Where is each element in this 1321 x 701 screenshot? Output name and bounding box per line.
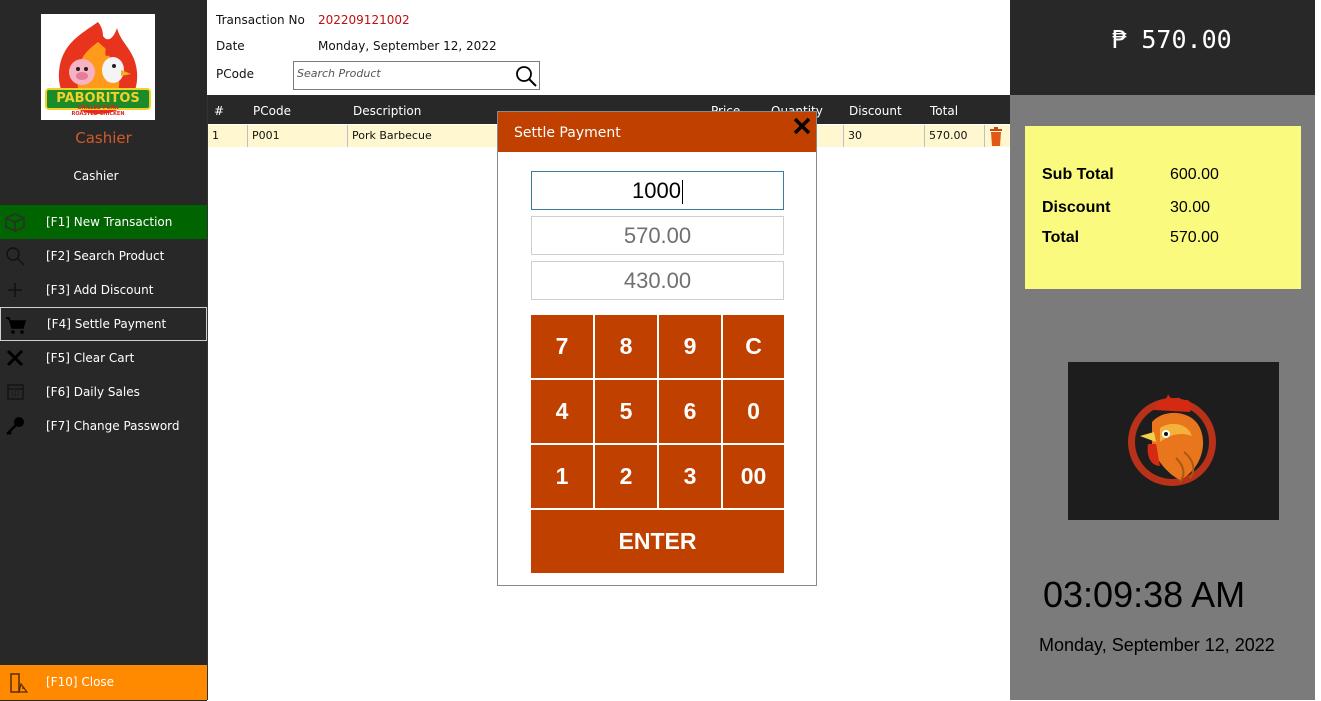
enter-button[interactable]: ENTER — [531, 510, 784, 573]
key-8[interactable]: 8 — [595, 315, 657, 378]
transaction-no-label: Transaction No — [216, 13, 305, 27]
menu-change-password[interactable]: [F7] Change Password — [0, 409, 207, 443]
rooster-logo — [1068, 362, 1279, 520]
key-3[interactable]: 3 — [659, 445, 721, 508]
cart-icon — [6, 317, 26, 334]
summary-box: Sub Total 600.00 Discount 30.00 Total 57… — [1025, 126, 1301, 289]
box-icon — [5, 213, 25, 232]
cell-num: 1 — [208, 125, 248, 147]
pcode-search-box — [293, 61, 540, 90]
menu-label: [F10] Close — [46, 675, 115, 689]
menu-daily-sales[interactable]: [F6] Daily Sales — [0, 375, 207, 409]
pcode-label: PCode — [216, 67, 254, 81]
key-6[interactable]: 6 — [659, 380, 721, 443]
cell-pcode: P001 — [248, 125, 348, 147]
key-4[interactable]: 4 — [531, 380, 593, 443]
total-value: 570.00 — [1170, 229, 1219, 246]
logo-subtext-2: ROASTED CHICKEN — [71, 111, 125, 117]
subtotal-label: Sub Total — [1042, 166, 1114, 183]
window-edge — [1315, 0, 1321, 701]
column-header: Description — [353, 104, 422, 118]
plus-icon — [8, 283, 22, 297]
menu-add-discount[interactable]: [F3] Add Discount — [0, 273, 207, 307]
numeric-keypad: 7 8 9 C 4 5 6 0 1 2 3 00 ENTER — [531, 315, 784, 573]
settle-payment-dialog: Settle Payment 1000 570.00 430.00 7 8 9 … — [497, 111, 817, 586]
search-icon[interactable] — [515, 65, 537, 87]
amount-display: ₱ 570.00 — [1010, 0, 1315, 95]
user-name: Cashier — [73, 169, 119, 183]
change-value: 430.00 — [623, 268, 692, 293]
menu-label: [F1] New Transaction — [46, 215, 173, 229]
user-role: Cashier — [75, 129, 132, 147]
transaction-header: Transaction No 202209121002 Date Monday,… — [207, 0, 1010, 95]
transaction-no-value: 202209121002 — [318, 13, 410, 27]
menu-close[interactable]: [F10] Close — [0, 665, 207, 700]
key-1[interactable]: 1 — [531, 445, 593, 508]
change-field: 430.00 — [531, 261, 784, 300]
menu-label: [F7] Change Password — [46, 419, 180, 433]
dialog-title: Settle Payment — [514, 125, 621, 141]
menu-label: [F2] Search Product — [46, 249, 165, 263]
column-header: Discount — [849, 104, 902, 118]
clock-time: 03:09:38 AM — [1043, 574, 1246, 615]
key-9[interactable]: 9 — [659, 315, 721, 378]
cash-input[interactable]: 1000 — [531, 171, 784, 210]
key-7[interactable]: 7 — [531, 315, 593, 378]
search-icon — [6, 247, 25, 266]
key-0[interactable]: 0 — [723, 380, 784, 443]
menu-label: [F4] Settle Payment — [47, 317, 167, 331]
x-icon — [6, 349, 24, 367]
clock-date: Monday, September 12, 2022 — [1039, 635, 1275, 655]
paboritos-logo: PABORITOS GRILLED PORK ROASTED CHICKEN — [41, 14, 155, 120]
summary-panel: Sub Total 600.00 Discount 30.00 Total 57… — [1010, 95, 1315, 700]
menu-label: [F5] Clear Cart — [46, 351, 135, 365]
menu-new-transaction[interactable]: [F1] New Transaction — [0, 205, 207, 239]
trash-icon[interactable] — [989, 127, 1003, 146]
text-caret — [681, 180, 683, 205]
key-2[interactable]: 2 — [595, 445, 657, 508]
amount-due: ₱ 570.00 — [1111, 25, 1232, 54]
sidebar: PABORITOS GRILLED PORK ROASTED CHICKEN C… — [0, 0, 207, 701]
menu-search-product[interactable]: [F2] Search Product — [0, 239, 207, 273]
cell-discount: 30 — [844, 125, 925, 147]
pos-window: PABORITOS GRILLED PORK ROASTED CHICKEN C… — [0, 0, 1321, 701]
calendar-icon — [7, 384, 24, 400]
menu-label: [F3] Add Discount — [46, 283, 154, 297]
cash-value: 1000 — [632, 178, 681, 203]
menu-settle-payment[interactable]: [F4] Settle Payment — [0, 307, 207, 341]
pcode-search-input[interactable] — [297, 65, 512, 81]
key-double-zero[interactable]: 00 — [723, 445, 784, 508]
total-label: Total — [1042, 229, 1080, 246]
menu-label: [F6] Daily Sales — [46, 385, 140, 399]
sale-value: 570.00 — [623, 223, 692, 248]
discount-value: 30.00 — [1170, 199, 1211, 216]
column-header: PCode — [253, 104, 291, 118]
key-icon — [6, 417, 24, 435]
discount-label: Discount — [1042, 199, 1111, 216]
cell-total: 570.00 — [925, 125, 985, 147]
dialog-titlebar: Settle Payment — [498, 112, 816, 152]
key-clear[interactable]: C — [723, 315, 784, 378]
close-icon[interactable] — [790, 114, 814, 138]
sidebar-menu: [F1] New Transaction [F2] Search Product… — [0, 205, 207, 443]
key-5[interactable]: 5 — [595, 380, 657, 443]
date-value: Monday, September 12, 2022 — [318, 39, 497, 53]
column-header: # — [214, 104, 225, 118]
exit-door-icon — [10, 673, 29, 693]
sale-field: 570.00 — [531, 216, 784, 255]
subtotal-value: 600.00 — [1170, 166, 1219, 183]
column-header: Total — [930, 104, 959, 118]
menu-clear-cart[interactable]: [F5] Clear Cart — [0, 341, 207, 375]
date-label: Date — [216, 39, 245, 53]
